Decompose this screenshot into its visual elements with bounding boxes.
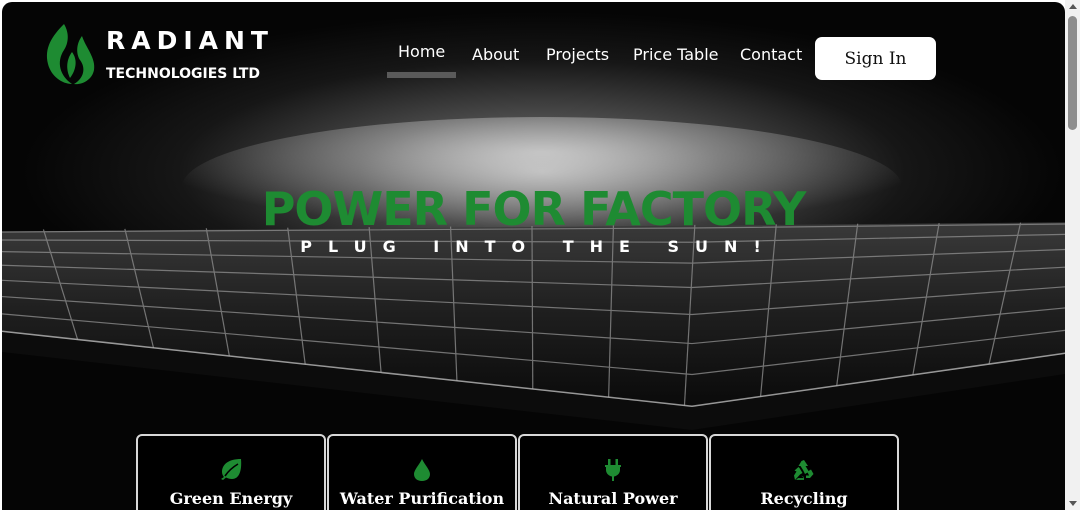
nav-about[interactable]: About (472, 45, 519, 64)
nav-home[interactable]: Home (386, 42, 457, 78)
nav-contact[interactable]: Contact (740, 45, 802, 64)
leaf-icon (138, 458, 324, 482)
feature-label: Water Purification (339, 489, 505, 508)
feature-card-natural-power[interactable]: Natural Power (518, 434, 708, 510)
hero-section: RADIANT TECHNOLOGIES LTD Home About Proj… (2, 2, 1065, 510)
feature-card-recycling[interactable]: Recycling (709, 434, 899, 510)
brand-logo[interactable]: RADIANT TECHNOLOGIES LTD (42, 22, 282, 88)
page-scrollbar[interactable] (1065, 0, 1080, 510)
scroll-thumb[interactable] (1068, 16, 1077, 130)
leaf-flame-logo-icon (46, 24, 95, 85)
feature-card-green-energy[interactable]: Green Energy (136, 434, 326, 510)
feature-label: Green Energy (169, 489, 293, 508)
nav-projects[interactable]: Projects (546, 45, 609, 64)
scroll-up-arrow-icon[interactable] (1069, 4, 1077, 9)
plug-icon (520, 458, 706, 482)
hero-subtitle: PLUG INTO THE SUN! (300, 237, 777, 256)
recycle-icon (711, 458, 897, 482)
feature-label: Recycling (760, 489, 848, 508)
feature-label: Natural Power (548, 489, 678, 508)
scroll-down-arrow-icon[interactable] (1069, 501, 1077, 506)
sign-in-button[interactable]: Sign In (815, 37, 936, 80)
feature-card-water-purification[interactable]: Water Purification (327, 434, 517, 510)
brand-name: RADIANT (106, 26, 274, 55)
nav-price-table[interactable]: Price Table (633, 45, 719, 64)
water-drop-icon (329, 458, 515, 482)
hero-title: POWER FOR FACTORY (261, 182, 807, 236)
brand-tagline: TECHNOLOGIES LTD (106, 66, 261, 82)
